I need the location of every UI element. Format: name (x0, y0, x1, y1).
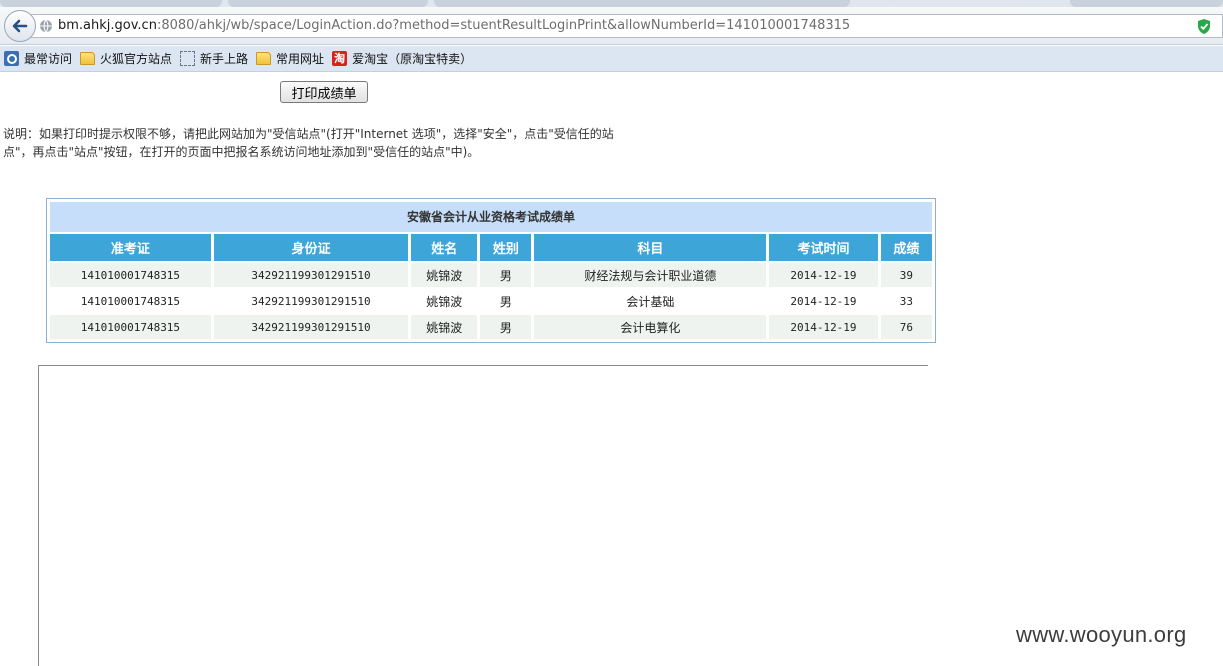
cell-id-card: 342921199301291510 (213, 315, 409, 339)
bookmark-common-sites[interactable]: 常用网址 (256, 50, 324, 67)
header-id-card: 身份证 (213, 234, 409, 261)
url-text: bm.ahkj.gov.cn:8080/ahkj/wb/space/LoginA… (58, 18, 851, 33)
shield-icon[interactable] (1196, 18, 1212, 35)
bookmark-most-visited[interactable]: 最常访问 (4, 50, 72, 67)
cell-admission-no: 141010001748315 (50, 289, 211, 313)
score-report-title: 安徽省会计从业资格考试成绩单 (50, 202, 932, 232)
score-table: 准考证 身份证 姓名 姓别 科目 考试时间 成绩 141010001748315… (47, 232, 935, 341)
table-row: 141010001748315 342921199301291510 姚锦波 男… (50, 289, 932, 313)
watermark: www.wooyun.org (1016, 622, 1187, 647)
bookmark-getting-started[interactable]: 新手上路 (180, 50, 248, 67)
address-bar[interactable]: bm.ahkj.gov.cn:8080/ahkj/wb/space/LoginA… (30, 14, 1223, 38)
bookmark-label: 新手上路 (200, 52, 249, 66)
print-score-button[interactable]: 打印成绩单 (280, 81, 368, 103)
table-row: 141010001748315 342921199301291510 姚锦波 男… (50, 263, 932, 287)
browser-tab[interactable] (434, 0, 850, 7)
cell-exam-date: 2014-12-19 (769, 263, 878, 287)
bookmark-label: 火狐官方站点 (100, 52, 173, 66)
cell-gender: 男 (480, 289, 532, 313)
header-subject: 科目 (534, 234, 767, 261)
header-exam-date: 考试时间 (769, 234, 878, 261)
cell-name: 姚锦波 (411, 315, 478, 339)
cell-id-card: 342921199301291510 (213, 263, 409, 287)
header-gender: 姓别 (480, 234, 532, 261)
table-header-row: 准考证 身份证 姓名 姓别 科目 考试时间 成绩 (50, 234, 932, 261)
most-visited-icon (4, 51, 19, 66)
bookmark-label: 最常访问 (24, 52, 73, 66)
bookmark-firefox-official[interactable]: 火狐官方站点 (80, 50, 172, 67)
cell-gender: 男 (480, 315, 532, 339)
taobao-icon: 淘 (332, 51, 348, 66)
header-score: 成绩 (880, 234, 932, 261)
cell-subject: 会计基础 (534, 289, 767, 313)
cell-score: 76 (880, 315, 932, 339)
cell-subject: 财经法规与会计职业道德 (534, 263, 767, 287)
bookmark-label: 常用网址 (276, 52, 325, 66)
cell-exam-date: 2014-12-19 (769, 315, 878, 339)
folder-icon (256, 52, 272, 65)
cell-gender: 男 (480, 263, 532, 287)
back-button[interactable] (4, 10, 36, 42)
cell-name: 姚锦波 (411, 263, 478, 287)
navigation-bar: bm.ahkj.gov.cn:8080/ahkj/wb/space/LoginA… (0, 7, 1223, 45)
folder-icon (80, 52, 96, 65)
browser-tab[interactable] (0, 0, 222, 7)
browser-tab[interactable] (228, 0, 428, 7)
score-report: 安徽省会计从业资格考试成绩单 准考证 身份证 姓名 姓别 科目 考试时间 成绩 … (46, 198, 936, 343)
cell-admission-no: 141010001748315 (50, 263, 211, 287)
cell-id-card: 342921199301291510 (213, 289, 409, 313)
back-arrow-icon (12, 19, 28, 33)
dashed-box-icon (180, 51, 196, 66)
header-admission-no: 准考证 (50, 234, 211, 261)
globe-icon (40, 19, 52, 33)
print-preview-frame (38, 365, 928, 666)
instruction-note: 说明：如果打印时提示权限不够，请把此网站加为"受信站点"(打开"Internet… (3, 127, 614, 159)
browser-tab[interactable] (1070, 0, 1223, 7)
tab-strip (0, 0, 1223, 7)
cell-score: 33 (880, 289, 932, 313)
cell-name: 姚锦波 (411, 289, 478, 313)
header-name: 姓名 (411, 234, 478, 261)
cell-exam-date: 2014-12-19 (769, 289, 878, 313)
cell-score: 39 (880, 263, 932, 287)
cell-subject: 会计电算化 (534, 315, 767, 339)
bookmark-aitaobao[interactable]: 淘 爱淘宝（原淘宝特卖） (332, 50, 472, 67)
bookmark-label: 爱淘宝（原淘宝特卖） (352, 52, 473, 66)
table-row: 141010001748315 342921199301291510 姚锦波 男… (50, 315, 932, 339)
cell-admission-no: 141010001748315 (50, 315, 211, 339)
bookmarks-bar: 最常访问 火狐官方站点 新手上路 常用网址 淘 爱淘宝（原淘宝特卖） (0, 46, 1223, 72)
